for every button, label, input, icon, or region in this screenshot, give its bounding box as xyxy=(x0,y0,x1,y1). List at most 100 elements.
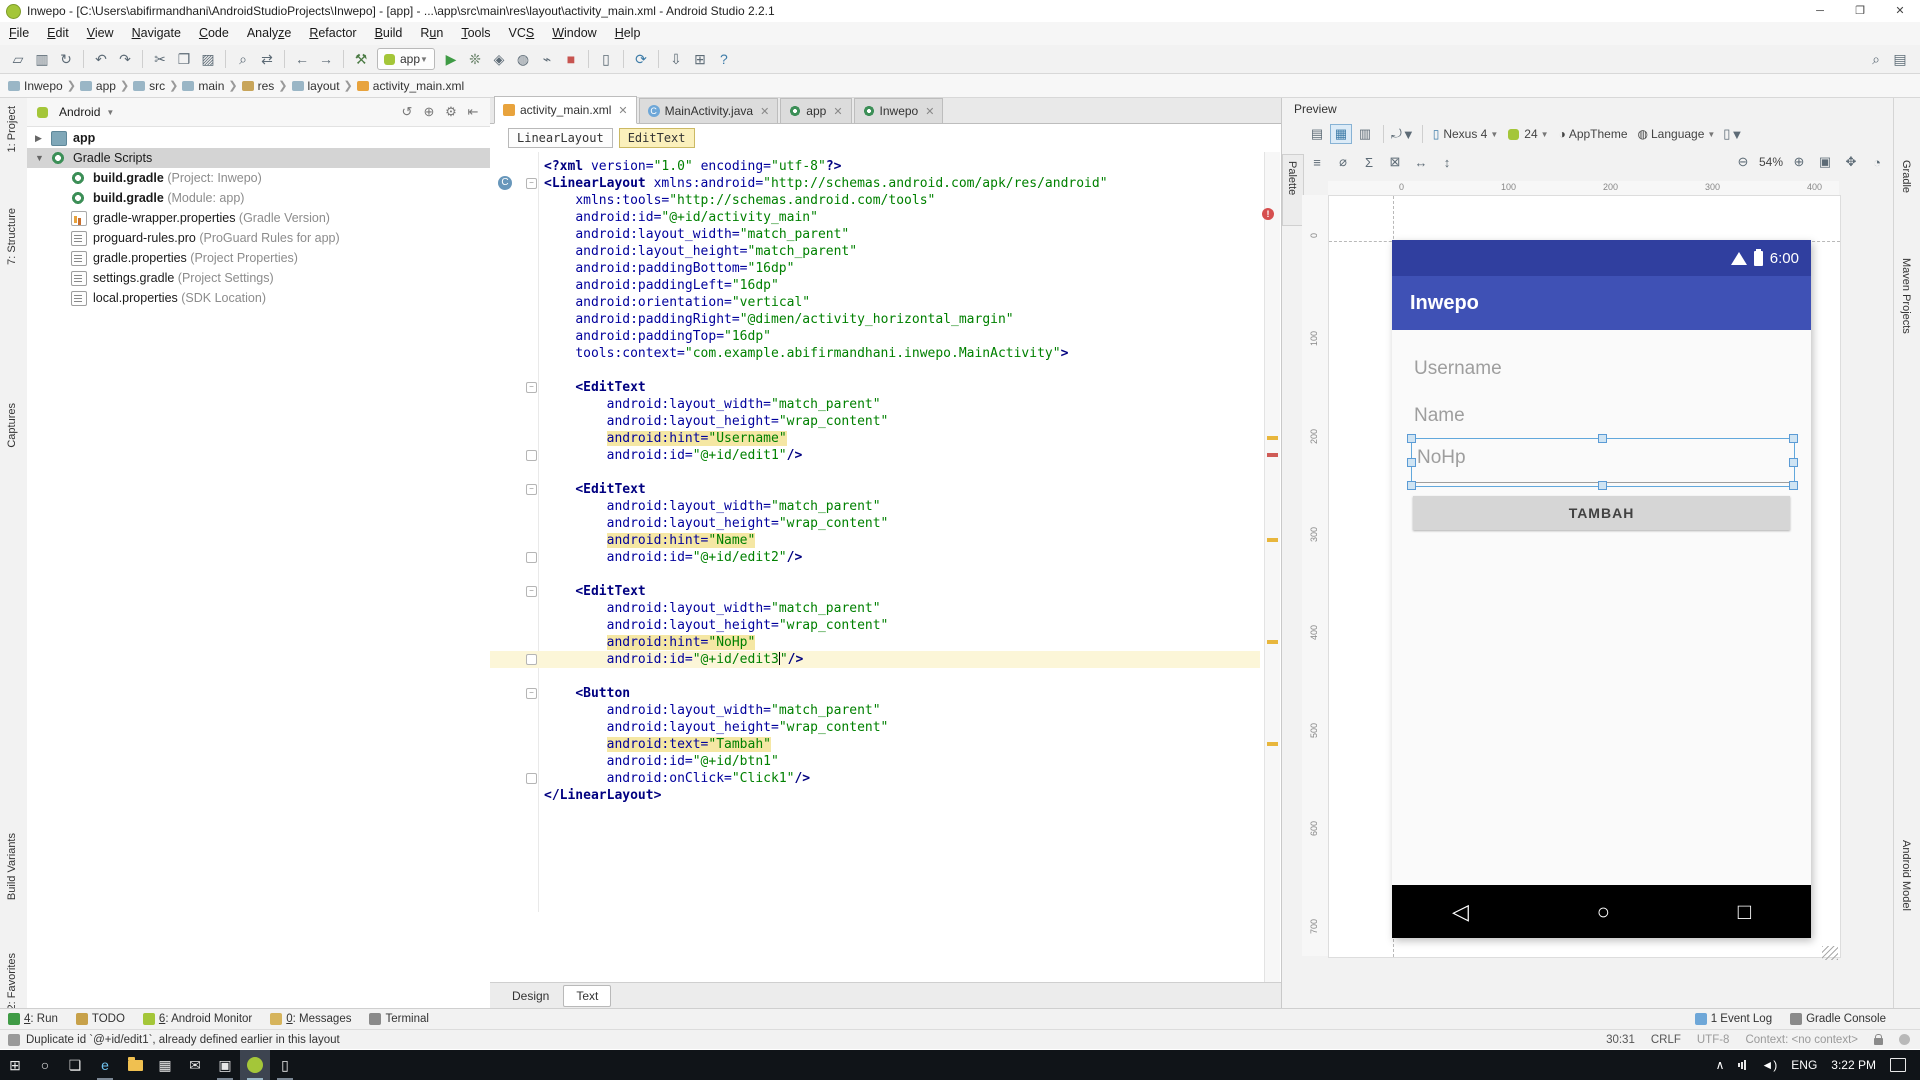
code-line-12[interactable]: tools:context="com.example.abifirmandhan… xyxy=(544,345,1068,362)
cortana-search-button[interactable]: ○ xyxy=(30,1050,60,1080)
status-message[interactable]: Duplicate id `@+id/edit1`, already defin… xyxy=(26,1034,340,1046)
paste-icon[interactable]: ▨ xyxy=(196,48,220,70)
code-line-24[interactable]: android:id="@+id/edit2"/> xyxy=(544,549,803,566)
tool-window-layout-icon[interactable]: ▤ xyxy=(1888,48,1912,70)
layout-variants-icon[interactable]: ▥ xyxy=(1352,124,1378,144)
stripe-tab-1-project[interactable]: 1: Project xyxy=(6,106,18,152)
stripe-tab-maven-projects[interactable]: Maven Projects xyxy=(1900,258,1912,334)
language-indicator[interactable]: ENG xyxy=(1791,1058,1817,1072)
editor-tab-inwepo[interactable]: Inwepo ✕ xyxy=(853,98,944,123)
encoding-indicator[interactable]: UTF-8 xyxy=(1697,1034,1730,1046)
menu-help[interactable]: Help xyxy=(606,22,650,45)
clear-icon[interactable]: ⊠ xyxy=(1382,152,1408,172)
tree-item-gradle-properties[interactable]: gradle.properties (Project Properties) xyxy=(27,248,490,268)
tray-expand-icon[interactable]: ∧ xyxy=(1716,1058,1725,1072)
code-line-20[interactable]: <EditText xyxy=(544,481,645,498)
menu-view[interactable]: View xyxy=(78,22,123,45)
help-icon[interactable]: ? xyxy=(712,48,736,70)
breadcrumb-res[interactable]: res xyxy=(241,79,274,93)
sdk-manager-icon[interactable]: ⇩ xyxy=(664,48,688,70)
expand-horizontal-icon[interactable]: ↔ xyxy=(1408,152,1434,172)
tab-text[interactable]: Text xyxy=(563,984,612,1007)
find-icon[interactable]: ⌕ xyxy=(231,48,255,70)
tambah-button[interactable]: TAMBAH xyxy=(1413,496,1790,530)
toolwindow-terminal[interactable]: Terminal xyxy=(369,1013,429,1025)
fold-region-start-icon[interactable]: − xyxy=(526,178,537,189)
code-line-27[interactable]: android:layout_width="match_parent" xyxy=(544,600,881,617)
code-line-29[interactable]: android:hint="NoHp" xyxy=(544,634,756,651)
menu-refactor[interactable]: Refactor xyxy=(300,22,365,45)
code-line-3[interactable]: xmlns:tools="http://schemas.android.com/… xyxy=(544,192,935,209)
zoom-fit-icon[interactable]: ▣ xyxy=(1812,152,1838,172)
notifications-bell-icon[interactable]: ◔ xyxy=(1864,152,1890,172)
code-line-1[interactable]: <?xml version="1.0" encoding="utf-8"?> xyxy=(544,158,841,175)
device-icon[interactable]: ▯ xyxy=(270,1050,300,1080)
menu-window[interactable]: Window xyxy=(543,22,605,45)
copy-icon[interactable]: ❐ xyxy=(172,48,196,70)
selection-handle[interactable] xyxy=(1407,434,1416,443)
code-line-23[interactable]: android:hint="Name" xyxy=(544,532,756,549)
store-icon[interactable]: ▦ xyxy=(150,1050,180,1080)
zoom-in-icon[interactable]: ⊕ xyxy=(1786,152,1812,172)
redo-icon[interactable]: ↷ xyxy=(113,48,137,70)
breadcrumb-chip-linearlayout[interactable]: LinearLayout xyxy=(508,128,613,148)
selection-handle[interactable] xyxy=(1407,458,1416,467)
close-tab-icon[interactable]: ✕ xyxy=(833,105,842,118)
code-line-2[interactable]: <LinearLayout xmlns:android="http://sche… xyxy=(544,175,1108,192)
volume-icon[interactable]: ◄) xyxy=(1761,1058,1777,1072)
name-field-hint[interactable]: Name xyxy=(1414,405,1465,427)
breadcrumb-chip-edittext[interactable]: EditText xyxy=(618,128,695,148)
photos-icon[interactable]: ▣ xyxy=(210,1050,240,1080)
code-line-7[interactable]: android:paddingBottom="16dp" xyxy=(544,260,794,277)
preview-resize-handle[interactable] xyxy=(1822,946,1838,960)
code-line-34[interactable]: android:layout_height="wrap_content" xyxy=(544,719,889,736)
action-center-icon[interactable] xyxy=(1890,1058,1906,1072)
caret-position[interactable]: 30:31 xyxy=(1606,1034,1635,1046)
code-line-26[interactable]: <EditText xyxy=(544,583,645,600)
toolwindow-gradle-console[interactable]: Gradle Console xyxy=(1790,1013,1886,1025)
close-button[interactable]: ✕ xyxy=(1880,1,1920,22)
settings-icon[interactable]: ⚙ xyxy=(440,104,462,120)
project-structure-icon[interactable]: ⊞ xyxy=(688,48,712,70)
task-view-button[interactable]: ❏ xyxy=(60,1050,90,1080)
coverage-icon[interactable]: ◈ xyxy=(487,48,511,70)
device-frame-icon[interactable]: ▯ ▼ xyxy=(1720,124,1746,144)
orientation-rotate-icon[interactable]: ⤾ ▼ xyxy=(1389,124,1417,144)
run-icon[interactable]: ▶ xyxy=(439,48,463,70)
theme-selector[interactable]: ◑ AppTheme xyxy=(1559,127,1628,141)
toolwindow-4-run[interactable]: 4: Run xyxy=(8,1013,58,1025)
code-line-6[interactable]: android:layout_height="match_parent" xyxy=(544,243,857,260)
close-tab-icon[interactable]: ✕ xyxy=(760,105,769,118)
tree-item-gradle-wrapper-properties[interactable]: gradle-wrapper.properties (Gradle Versio… xyxy=(27,208,490,228)
warning-stripe-mark[interactable] xyxy=(1267,742,1278,746)
menu-file[interactable]: File xyxy=(0,22,38,45)
tree-item-app[interactable]: ▶ app xyxy=(27,128,490,148)
layout-grid-icon[interactable]: ▦ xyxy=(1330,124,1352,144)
stripe-tab-7-structure[interactable]: 7: Structure xyxy=(6,208,18,265)
strike-icon[interactable]: ⌀ xyxy=(1330,152,1356,172)
nohp-field-selected[interactable]: NoHp xyxy=(1411,438,1795,487)
menu-run[interactable]: Run xyxy=(411,22,452,45)
editor-tab-activity_main-xml[interactable]: activity_main.xml ✕ xyxy=(494,96,637,124)
code-line-22[interactable]: android:layout_height="wrap_content" xyxy=(544,515,889,532)
stripe-tab-gradle[interactable]: Gradle xyxy=(1900,160,1912,193)
selection-handle[interactable] xyxy=(1407,481,1416,490)
nav-home-icon[interactable]: ○ xyxy=(1597,899,1610,925)
selection-handle[interactable] xyxy=(1789,434,1798,443)
attach-debugger-icon[interactable]: ⌁ xyxy=(535,48,559,70)
phone-preview-screen[interactable]: 6:00 Inwepo Username Name NoHp TAMBAH ◁ … xyxy=(1392,240,1811,938)
code-line-17[interactable]: android:hint="Username" xyxy=(544,430,787,447)
tree-item-gradle-scripts[interactable]: ▼ Gradle Scripts xyxy=(27,148,490,168)
code-editor[interactable]: <?xml version="1.0" encoding="utf-8"?> <L… xyxy=(490,152,1281,1080)
code-line-36[interactable]: android:id="@+id/btn1" xyxy=(544,753,779,770)
code-line-11[interactable]: android:paddingTop="16dp" xyxy=(544,328,771,345)
start-button[interactable]: ⊞ xyxy=(0,1050,30,1080)
breadcrumb-src[interactable]: src xyxy=(133,79,165,93)
toolwindow-6-android-monitor[interactable]: 6: Android Monitor xyxy=(142,1013,252,1025)
breadcrumb-inwepo[interactable]: Inwepo xyxy=(8,79,63,93)
menu-build[interactable]: Build xyxy=(366,22,412,45)
code-line-16[interactable]: android:layout_height="wrap_content" xyxy=(544,413,889,430)
code-line-10[interactable]: android:paddingRight="@dimen/activity_ho… xyxy=(544,311,1013,328)
editor-tab-mainactivity-java[interactable]: C MainActivity.java ✕ xyxy=(638,98,779,123)
nav-back-icon[interactable]: ◁ xyxy=(1452,899,1469,925)
